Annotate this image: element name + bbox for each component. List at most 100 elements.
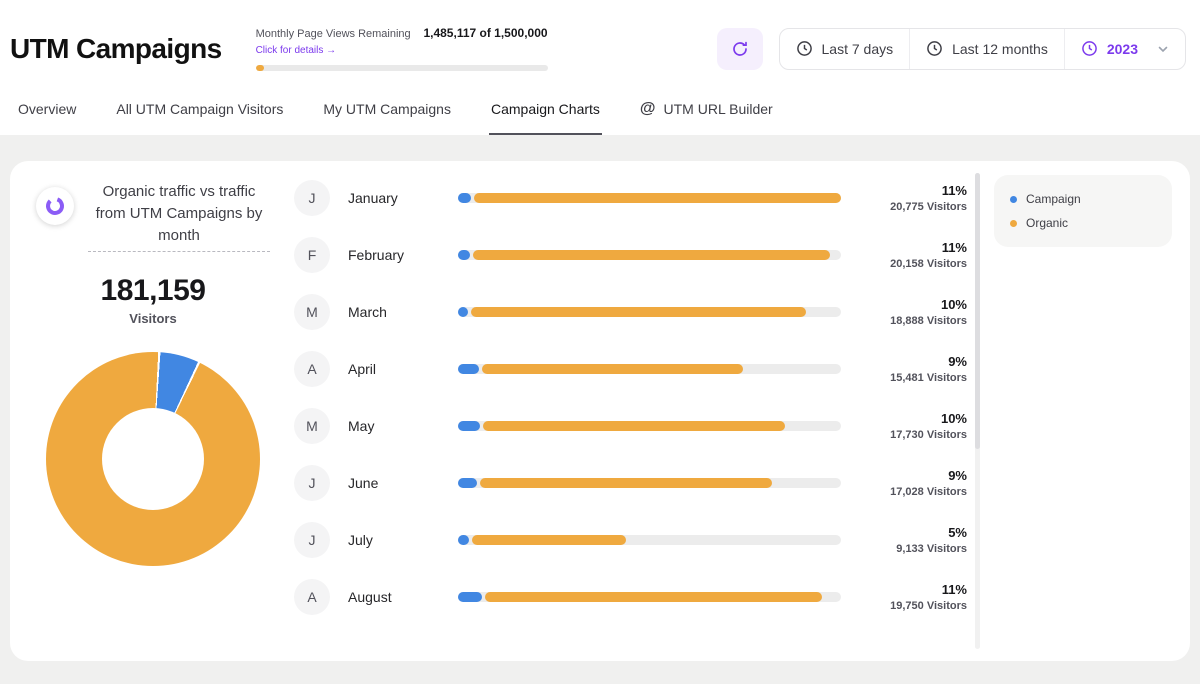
tab-label: UTM URL Builder [664, 101, 773, 117]
month-avatar: J [294, 180, 330, 216]
month-percent: 10% [861, 297, 967, 312]
month-avatar: J [294, 465, 330, 501]
legend-panel: Campaign Organic [984, 161, 1190, 661]
month-row: A April 9% 15,481 Visitors [294, 340, 967, 397]
organic-bar-segment [472, 535, 626, 545]
month-stats: 10% 18,888 Visitors [861, 297, 967, 327]
month-stats: 9% 17,028 Visitors [861, 468, 967, 498]
page-title: UTM Campaigns [10, 33, 222, 65]
month-bar-track [458, 421, 841, 431]
month-initial: A [307, 589, 316, 605]
campaign-bar-segment [458, 307, 468, 317]
month-visitors: 17,730 Visitors [861, 429, 967, 441]
at-sign-icon: @ [640, 101, 656, 117]
month-percent: 11% [861, 183, 967, 198]
tab-overview[interactable]: Overview [16, 87, 78, 135]
filter-last-7-days[interactable]: Last 7 days [780, 29, 910, 69]
month-avatar: M [294, 408, 330, 444]
month-avatar: J [294, 522, 330, 558]
month-label: April [348, 361, 458, 377]
month-percent: 9% [861, 354, 967, 369]
month-bar-track [458, 592, 841, 602]
month-stats: 11% 20,158 Visitors [861, 240, 967, 270]
total-visitors-label: Visitors [36, 311, 270, 326]
month-initial: J [309, 532, 316, 548]
campaign-chart-card: Organic traffic vs traffic from UTM Camp… [10, 161, 1190, 661]
month-row: J June 9% 17,028 Visitors [294, 454, 967, 511]
scrollbar-thumb[interactable] [975, 173, 980, 449]
organic-bar-segment [482, 364, 743, 374]
month-bar-fill [458, 592, 822, 602]
month-bar-fill [458, 421, 785, 431]
tab-label: Campaign Charts [491, 101, 600, 117]
month-visitors: 20,775 Visitors [861, 201, 967, 213]
quota-details-link[interactable]: Click for details → [256, 45, 337, 56]
campaign-bar-segment [458, 478, 477, 488]
chart-title: Organic traffic vs traffic from UTM Camp… [88, 181, 270, 252]
month-bar-fill [458, 307, 806, 317]
month-label: January [348, 190, 458, 206]
month-visitors: 19,750 Visitors [861, 600, 967, 612]
filter-last-12-months[interactable]: Last 12 months [909, 29, 1064, 69]
month-bar-fill [458, 364, 743, 374]
month-row: J January 11% 20,775 Visitors [294, 169, 967, 226]
organic-bar-segment [485, 592, 822, 602]
month-bar-fill [458, 193, 841, 203]
organic-bar-segment [480, 478, 771, 488]
campaign-dot-icon [1010, 196, 1017, 203]
tab-campaign-charts[interactable]: Campaign Charts [489, 87, 602, 135]
legend-item-campaign[interactable]: Campaign [1010, 187, 1156, 211]
month-stats: 11% 19,750 Visitors [861, 582, 967, 612]
clock-icon [926, 40, 943, 57]
campaign-bar-segment [458, 250, 470, 260]
tab-label: My UTM Campaigns [323, 101, 451, 117]
month-avatar: M [294, 294, 330, 330]
main-content: Organic traffic vs traffic from UTM Camp… [0, 135, 1200, 673]
quota-label: Monthly Page Views Remaining [256, 28, 411, 40]
chevron-down-icon [1157, 43, 1169, 55]
legend-label: Organic [1026, 216, 1068, 230]
month-visitors: 18,888 Visitors [861, 315, 967, 327]
month-row: M May 10% 17,730 Visitors [294, 397, 967, 454]
month-label: August [348, 589, 458, 605]
filter-label: Last 12 months [952, 41, 1048, 57]
tab-bar: Overview All UTM Campaign Visitors My UT… [0, 87, 1200, 135]
month-visitors: 9,133 Visitors [861, 543, 967, 555]
organic-dot-icon [1010, 220, 1017, 227]
donut-chart [46, 352, 260, 566]
month-bar-track [458, 478, 841, 488]
month-initial: J [309, 190, 316, 206]
month-row: A August 11% 19,750 Visitors [294, 568, 967, 625]
filter-label: Last 7 days [822, 41, 894, 57]
month-initial: A [307, 361, 316, 377]
month-visitors: 20,158 Visitors [861, 258, 967, 270]
donut-icon [36, 187, 74, 225]
filter-year-2023[interactable]: 2023 [1064, 29, 1185, 69]
month-initial: J [309, 475, 316, 491]
month-label: May [348, 418, 458, 434]
month-stats: 11% 20,775 Visitors [861, 183, 967, 213]
refresh-button[interactable] [717, 28, 763, 70]
legend-item-organic[interactable]: Organic [1010, 211, 1156, 235]
tab-utm-url-builder[interactable]: @ UTM URL Builder [638, 87, 775, 135]
month-stats: 5% 9,133 Visitors [861, 525, 967, 555]
month-percent: 10% [861, 411, 967, 426]
chart-scrollbar[interactable] [975, 173, 980, 649]
legend-card: Campaign Organic [994, 175, 1172, 247]
month-bar-fill [458, 535, 626, 545]
month-label: March [348, 304, 458, 320]
campaign-bar-segment [458, 421, 480, 431]
tab-my-utm-campaigns[interactable]: My UTM Campaigns [321, 87, 453, 135]
month-bar-fill [458, 478, 772, 488]
organic-bar-segment [474, 193, 841, 203]
summary-panel: Organic traffic vs traffic from UTM Camp… [10, 161, 278, 661]
tab-all-utm-campaign-visitors[interactable]: All UTM Campaign Visitors [114, 87, 285, 135]
clock-icon [796, 40, 813, 57]
month-avatar: A [294, 579, 330, 615]
clock-icon [1081, 40, 1098, 57]
month-bar-track [458, 364, 841, 374]
campaign-bar-segment [458, 193, 471, 203]
month-avatar: A [294, 351, 330, 387]
month-bar-track [458, 307, 841, 317]
date-filter-group: Last 7 days Last 12 months 2023 [779, 28, 1187, 70]
